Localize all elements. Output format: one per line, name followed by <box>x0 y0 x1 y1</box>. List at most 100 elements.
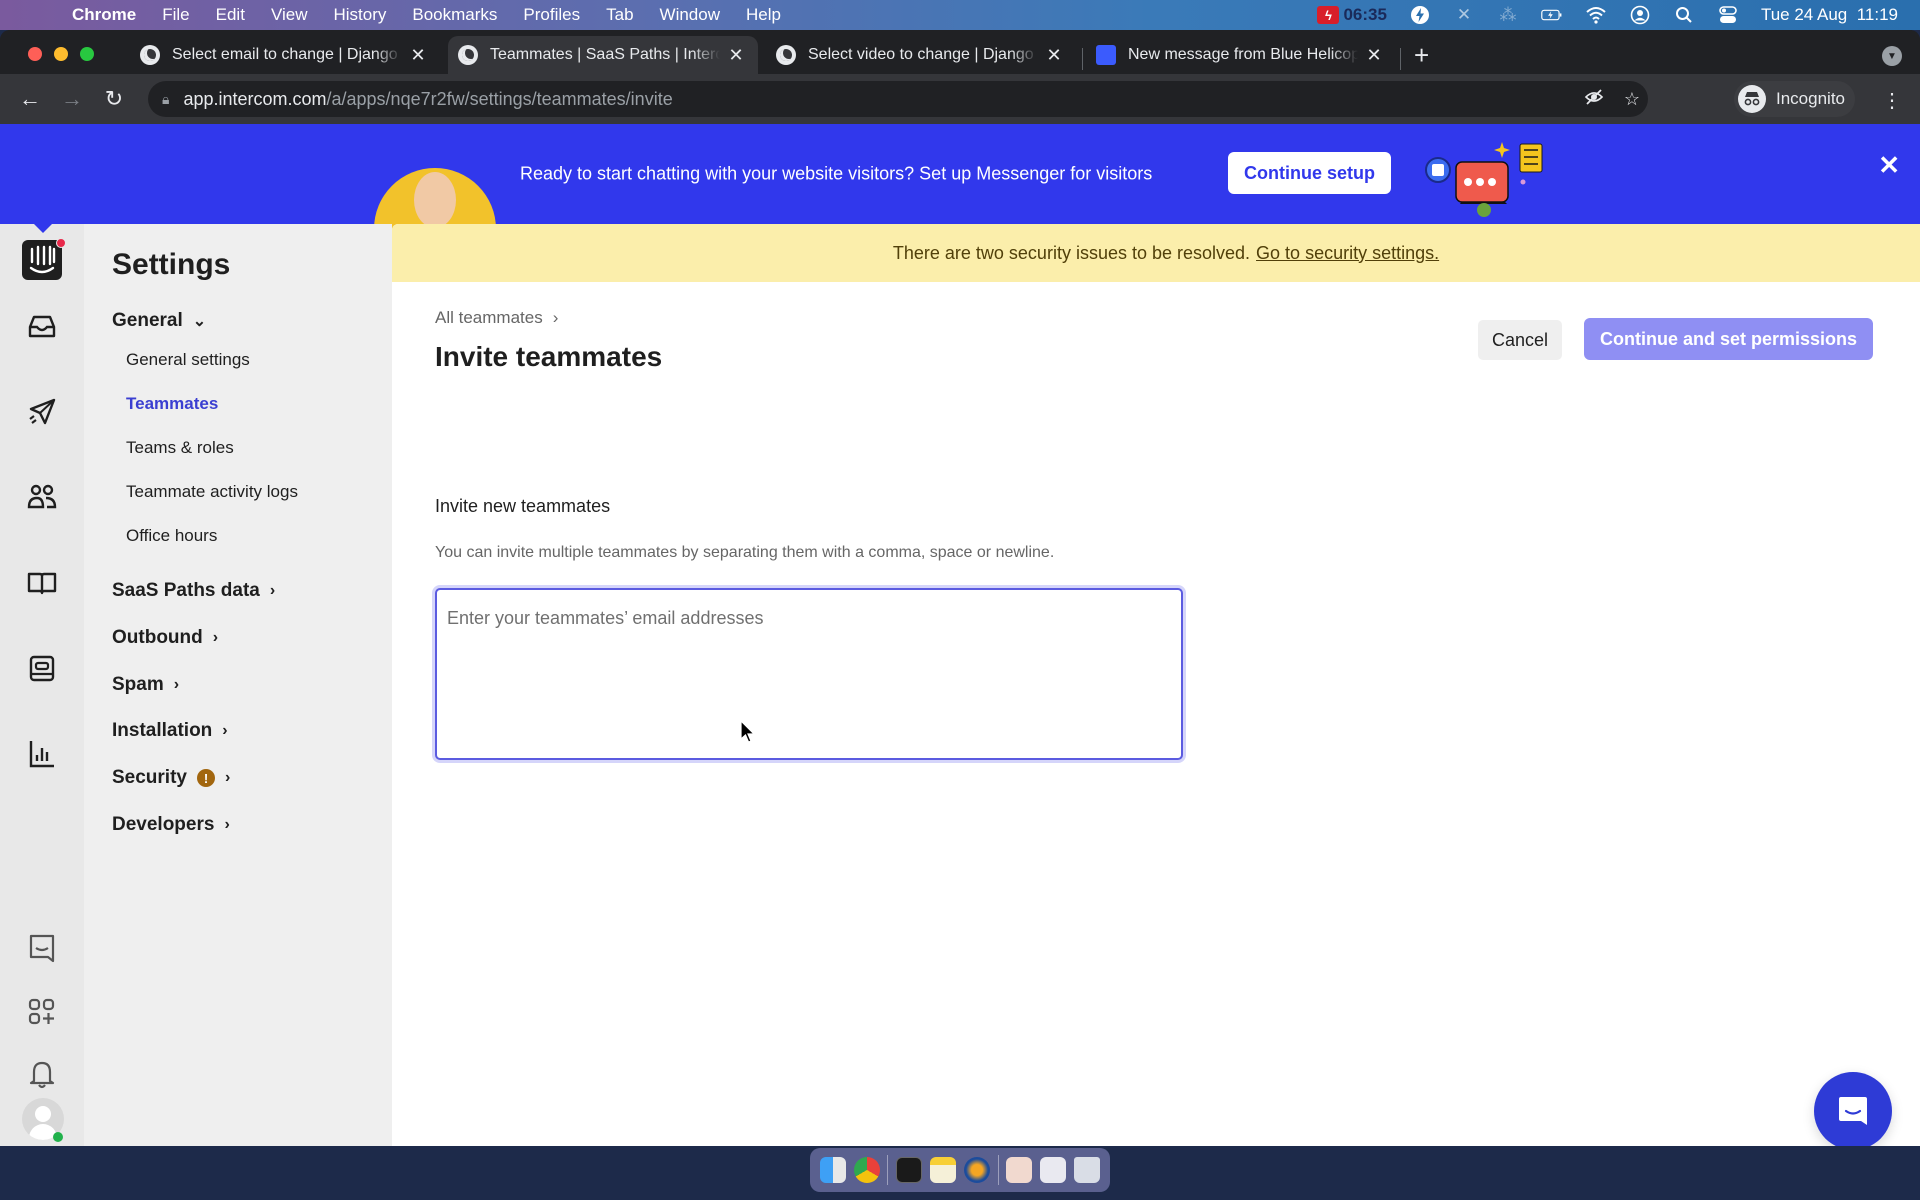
back-icon[interactable]: ← <box>16 85 44 113</box>
cancel-button[interactable]: Cancel <box>1478 320 1563 360</box>
sidebar-item-general-settings[interactable]: General settings <box>126 350 250 370</box>
sidebar-section-spam[interactable]: Spam › <box>112 674 179 696</box>
bookmark-star-icon[interactable]: ☆ <box>1624 89 1640 110</box>
teammate-emails-input[interactable] <box>435 588 1183 760</box>
lock-icon[interactable]: 🔒︎ <box>162 91 169 108</box>
url-host: app.intercom.com <box>183 88 327 109</box>
window-preview-icon[interactable] <box>1040 1157 1067 1183</box>
incognito-profile-button[interactable]: Incognito <box>1734 81 1855 117</box>
menu-profiles[interactable]: Profiles <box>523 5 580 25</box>
main-content: There are two security issues to be reso… <box>392 224 1920 1146</box>
articles-book-icon[interactable] <box>24 565 60 601</box>
security-settings-link[interactable]: Go to security settings. <box>1256 243 1439 264</box>
chrome-menu-icon[interactable]: ⋮ <box>1882 88 1902 113</box>
sidebar-item-teammate-activity-logs[interactable]: Teammate activity logs <box>126 482 298 502</box>
close-tab-icon[interactable]: ✕ <box>408 45 428 66</box>
chat-illustration-icon <box>1425 142 1543 217</box>
minimize-window-button[interactable] <box>54 47 68 61</box>
sidebar-item-teammates[interactable]: Teammates <box>126 394 218 414</box>
continue-and-set-permissions-button[interactable]: Continue and set permissions <box>1584 318 1874 360</box>
sidebar-item-teams-roles[interactable]: Teams & roles <box>126 438 234 458</box>
notifications-bell-icon[interactable] <box>24 1056 60 1092</box>
sidebar-section-general[interactable]: General ⌄ <box>112 310 206 332</box>
document-stack-icon[interactable] <box>1006 1157 1033 1183</box>
notification-dot <box>56 238 66 248</box>
new-tab-button[interactable]: + <box>1414 42 1429 68</box>
section-label: Spam <box>112 674 164 695</box>
zoom-window-button[interactable] <box>80 47 94 61</box>
menu-file[interactable]: File <box>162 5 189 25</box>
forward-icon[interactable]: → <box>58 85 86 113</box>
sidebar-section-security[interactable]: Security ! › <box>112 767 230 789</box>
eye-off-icon[interactable] <box>1584 87 1604 112</box>
chevron-right-icon: › <box>173 676 180 693</box>
tab-new-message[interactable]: New message from Blue Helicopter ✕ <box>1086 36 1396 74</box>
menu-bookmarks[interactable]: Bookmarks <box>412 5 497 25</box>
messenger-chat-icon[interactable] <box>24 930 60 966</box>
sidebar-section-saas-paths-data[interactable]: SaaS Paths data › <box>112 580 275 602</box>
sidebar-section-installation[interactable]: Installation › <box>112 720 228 742</box>
screen-recording-indicator[interactable]: ϟ 06:35 <box>1317 5 1387 25</box>
close-tab-icon[interactable]: ✕ <box>1044 45 1064 66</box>
messenger-launcher-button[interactable] <box>1814 1072 1892 1146</box>
section-label: SaaS Paths data <box>112 580 260 601</box>
settings-sidebar: Settings General ⌄ General settings Team… <box>84 224 392 1146</box>
globe-icon <box>458 45 478 65</box>
apple-menu-icon[interactable] <box>28 5 48 25</box>
invite-helper-text: You can invite multiple teammates by sep… <box>435 544 1055 561</box>
close-tab-icon[interactable]: ✕ <box>726 45 746 66</box>
user-account-icon[interactable] <box>1629 4 1651 26</box>
terminal-icon[interactable] <box>896 1157 923 1183</box>
menu-tab[interactable]: Tab <box>606 5 633 25</box>
outbound-paper-plane-icon[interactable] <box>24 394 60 430</box>
bluetooth-icon[interactable]: ✕ <box>1453 4 1475 26</box>
clock[interactable]: Tue 24 Aug 11:19 <box>1761 5 1898 25</box>
trash-icon[interactable] <box>1074 1157 1101 1183</box>
finder-icon[interactable] <box>819 1157 846 1183</box>
reload-icon[interactable]: ↻ <box>100 85 128 113</box>
menu-view[interactable]: View <box>271 5 308 25</box>
tab-search-icon[interactable]: ▼ <box>1882 46 1902 66</box>
bolt-app-icon[interactable] <box>1409 4 1431 26</box>
menu-edit[interactable]: Edit <box>216 5 245 25</box>
control-center-icon[interactable] <box>1717 4 1739 26</box>
online-status-dot <box>53 1132 63 1142</box>
breadcrumb-all-teammates[interactable]: All teammates <box>435 308 543 328</box>
menu-history[interactable]: History <box>333 5 386 25</box>
spotlight-search-icon[interactable] <box>1673 4 1695 26</box>
profile-label: Incognito <box>1776 89 1845 108</box>
sidebar-item-office-hours[interactable]: Office hours <box>126 526 217 546</box>
security-warning-bar: There are two security issues to be reso… <box>392 224 1920 282</box>
contacts-people-icon[interactable] <box>24 479 60 515</box>
chevron-down-icon: ⌄ <box>192 313 207 330</box>
close-window-button[interactable] <box>28 47 42 61</box>
wifi-icon[interactable] <box>1585 4 1607 26</box>
close-banner-icon[interactable]: ✕ <box>1878 150 1900 181</box>
menu-window[interactable]: Window <box>660 5 720 25</box>
sidebar-section-outbound[interactable]: Outbound › <box>112 627 218 649</box>
tab-select-email[interactable]: Select email to change | Django ✕ <box>130 36 440 74</box>
close-tab-icon[interactable]: ✕ <box>1364 45 1384 66</box>
notes-icon[interactable] <box>930 1157 957 1183</box>
address-bar[interactable]: 🔒︎ app.intercom.com/a/apps/nqe7r2fw/sett… <box>148 81 1648 117</box>
bolt-app-dock-icon[interactable] <box>963 1157 990 1183</box>
tab-teammates[interactable]: Teammates | SaaS Paths | Intercom ✕ <box>448 36 758 74</box>
chrome-icon[interactable] <box>853 1157 880 1183</box>
continue-setup-button[interactable]: Continue setup <box>1228 152 1391 194</box>
sidebar-section-developers[interactable]: Developers › <box>112 814 230 836</box>
page-viewport: Ready to start chatting with your websit… <box>0 124 1920 1146</box>
inbox-icon[interactable] <box>24 308 60 344</box>
chevron-right-icon: › <box>224 816 230 833</box>
menu-app-name[interactable]: Chrome <box>72 5 136 25</box>
menu-help[interactable]: Help <box>746 5 781 25</box>
recording-icon: ϟ <box>1317 6 1340 24</box>
dock-divider <box>887 1155 889 1185</box>
macos-dock <box>810 1148 1110 1192</box>
reports-panel-icon[interactable] <box>24 650 60 686</box>
battery-icon[interactable] <box>1541 4 1563 26</box>
apps-grid-plus-icon[interactable] <box>24 994 60 1030</box>
analytics-bar-chart-icon[interactable] <box>24 736 60 772</box>
section-label: Security <box>112 767 187 788</box>
tab-select-video[interactable]: Select video to change | Django ✕ <box>766 36 1076 74</box>
brightness-icon[interactable]: ⁂ <box>1497 4 1519 26</box>
